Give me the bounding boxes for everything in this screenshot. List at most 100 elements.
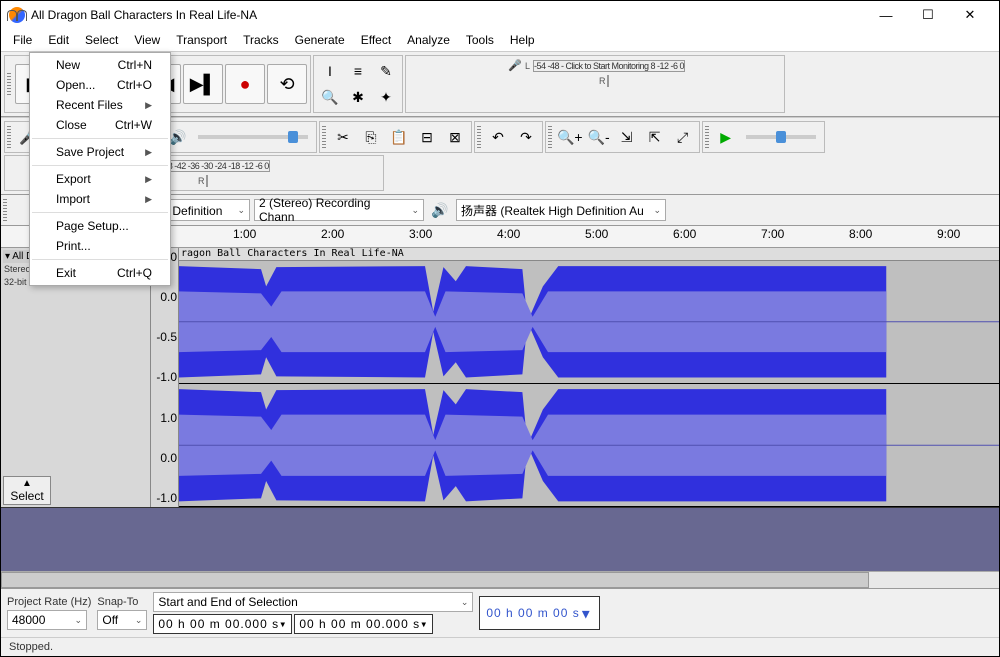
timeline-tick: 1:00 [233, 227, 256, 241]
redo-icon[interactable]: ↷ [513, 124, 539, 150]
zoom-tool-icon[interactable]: 🔍 [317, 84, 343, 110]
selection-end-field[interactable]: 00 h 00 m 00.000 s▾ [294, 614, 433, 634]
chevron-down-icon: ⌄ [237, 205, 245, 216]
menu-print[interactable]: Print... [30, 236, 170, 256]
menu-select[interactable]: Select [77, 31, 126, 49]
menu-close[interactable]: CloseCtrl+W [30, 115, 170, 135]
record-button[interactable]: ● [225, 64, 265, 104]
menu-export[interactable]: Export▶ [30, 169, 170, 189]
track-control-panel[interactable]: ▾ All Dragon Ball... Stereo, 48000Hz 32-… [1, 248, 151, 507]
menu-tracks[interactable]: Tracks [235, 31, 287, 49]
playback-volume-slider[interactable] [198, 135, 308, 139]
menu-open-accel: Ctrl+O [117, 78, 152, 92]
selection-start-field[interactable]: 00 h 00 m 00.000 s▾ [153, 614, 292, 634]
project-rate-value: 48000 [12, 613, 45, 627]
undo-icon[interactable]: ↶ [485, 124, 511, 150]
selection-tool-icon[interactable]: I [317, 58, 343, 84]
playback-speed-slider[interactable] [746, 135, 816, 139]
menu-save-label: Save Project [56, 145, 124, 159]
envelope-tool-icon[interactable]: ≡ [345, 58, 371, 84]
menu-help[interactable]: Help [502, 31, 543, 49]
zoom-toggle-icon[interactable]: ⤢ [670, 124, 696, 150]
grip-icon[interactable] [7, 73, 11, 95]
playback-device-select[interactable]: 扬声器 (Realtek High Definition Au⌄ [456, 199, 666, 221]
menu-save-project[interactable]: Save Project ▶ [30, 142, 170, 162]
menu-new-accel: Ctrl+N [118, 58, 152, 72]
menu-open[interactable]: Open... Ctrl+O [30, 75, 170, 95]
waveform-area[interactable]: ragon Ball Characters In Real Life-NA 1.… [151, 248, 999, 507]
snap-to-select[interactable]: Off⌄ [97, 610, 147, 630]
play-at-speed-icon[interactable]: ▶ [713, 124, 739, 150]
menu-import[interactable]: Import▶ [30, 189, 170, 209]
window-controls: — ☐ ✕ [865, 1, 991, 29]
fit-selection-icon[interactable]: ⇲ [614, 124, 640, 150]
fit-project-icon[interactable]: ⇱ [642, 124, 668, 150]
maximize-button[interactable]: ☐ [907, 1, 949, 29]
loop-button[interactable]: ⟲ [267, 64, 307, 104]
multi-tool-icon[interactable]: ✦ [373, 84, 399, 110]
track-area: ▾ All Dragon Ball... Stereo, 48000Hz 32-… [1, 248, 999, 571]
menu-transport[interactable]: Transport [168, 31, 235, 49]
selection-mode-select[interactable]: Start and End of Selection⌄ [153, 592, 473, 612]
play-meter-r[interactable] [206, 175, 208, 187]
menu-file[interactable]: File [5, 31, 40, 49]
cut-icon[interactable]: ✂ [330, 124, 356, 150]
menu-view[interactable]: View [126, 31, 168, 49]
chevron-down-icon: ⌄ [653, 205, 661, 216]
project-rate-select[interactable]: 48000⌄ [7, 610, 87, 630]
menu-open-label: Open... [56, 78, 95, 92]
menu-exit[interactable]: ExitCtrl+Q [30, 263, 170, 283]
menu-new[interactable]: NewCtrl+N [30, 55, 170, 75]
audio-position-field[interactable]: 00 h 00 m 00 s▾ [479, 596, 599, 630]
menu-recent-files[interactable]: Recent Files▶ [30, 95, 170, 115]
timeline-tick: 6:00 [673, 227, 696, 241]
grip-icon[interactable] [477, 126, 481, 148]
record-meter[interactable]: -54 -48 - Click to Start Monitoring 8 -1… [533, 60, 685, 72]
track-select-button[interactable]: ▲ Select [3, 476, 51, 505]
minimize-button[interactable]: — [865, 1, 907, 29]
menu-effect[interactable]: Effect [353, 31, 399, 49]
paste-icon[interactable]: 📋 [386, 124, 412, 150]
close-button[interactable]: ✕ [949, 1, 991, 29]
menu-generate[interactable]: Generate [287, 31, 353, 49]
menu-page-setup[interactable]: Page Setup... [30, 216, 170, 236]
menu-bar: File Edit Select View Transport Tracks G… [1, 29, 999, 51]
grip-icon[interactable] [548, 126, 552, 148]
zoom-in-icon[interactable]: 🔍+ [556, 124, 584, 150]
grip-icon[interactable] [322, 126, 326, 148]
clip-title[interactable]: ragon Ball Characters In Real Life-NA [179, 248, 999, 261]
selection-toolbar: Project Rate (Hz) 48000⌄ Snap-To Off⌄ St… [1, 589, 999, 637]
silence-icon[interactable]: ⊠ [442, 124, 468, 150]
menu-edit[interactable]: Edit [40, 31, 77, 49]
mic-icon[interactable]: 🎤 [506, 59, 524, 73]
timeline-tick: 3:00 [409, 227, 432, 241]
audio-position-value: 00 h 00 m 00 s [486, 606, 579, 620]
status-bar: Stopped. [1, 637, 999, 656]
draw-tool-icon[interactable]: ✎ [373, 58, 399, 84]
meter-l-label: L [525, 61, 533, 71]
grip-icon[interactable] [3, 199, 7, 221]
snap-to-label: Snap-To [97, 596, 147, 608]
copy-icon[interactable]: ⎘ [358, 124, 384, 150]
recording-channels-value: 2 (Stereo) Recording Chann [259, 196, 407, 224]
grip-icon[interactable] [705, 126, 709, 148]
selection-mode-value: Start and End of Selection [158, 595, 297, 609]
trim-icon[interactable]: ⊟ [414, 124, 440, 150]
menu-import-label: Import [56, 192, 90, 206]
waveform-right[interactable] [179, 384, 999, 508]
meter-r-label: R [198, 176, 206, 186]
chevron-right-icon: ▶ [145, 147, 152, 158]
grip-icon[interactable] [7, 126, 11, 148]
waveform-left[interactable] [179, 261, 999, 384]
recording-channels-select[interactable]: 2 (Stereo) Recording Chann⌄ [254, 199, 424, 221]
menu-analyze[interactable]: Analyze [399, 31, 458, 49]
menu-tools[interactable]: Tools [458, 31, 502, 49]
menu-separator [32, 165, 168, 166]
record-meter-r[interactable] [607, 75, 609, 87]
zoom-out-icon[interactable]: 🔍- [586, 124, 612, 150]
timeshift-tool-icon[interactable]: ✱ [345, 84, 371, 110]
chevron-right-icon: ▶ [145, 174, 152, 185]
horizontal-scrollbar[interactable] [1, 571, 999, 588]
menu-separator [32, 138, 168, 139]
skip-end-button[interactable]: ▶▌ [183, 64, 223, 104]
